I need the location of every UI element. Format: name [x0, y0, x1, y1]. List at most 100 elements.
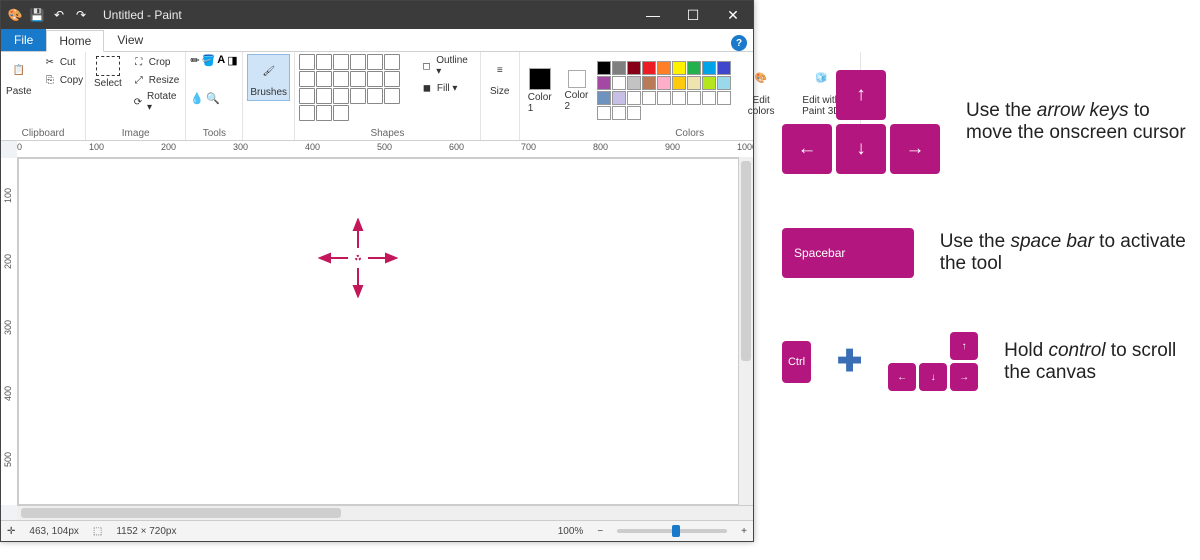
cursor-position: 463, 104px [29, 526, 79, 537]
color-swatch[interactable] [687, 76, 701, 90]
color-swatch[interactable] [642, 61, 656, 75]
tab-strip: File Home View ? [1, 29, 753, 52]
color-swatch[interactable] [687, 91, 701, 105]
color2-swatch [568, 70, 586, 88]
clipboard-label: Clipboard [22, 127, 65, 139]
tab-home[interactable]: Home [46, 30, 104, 52]
left-key-icon: ← [782, 124, 832, 174]
minimize-button[interactable]: — [633, 1, 673, 29]
color-swatch[interactable] [702, 91, 716, 105]
color2-button[interactable]: Color 2 [560, 68, 593, 114]
color-palette[interactable] [597, 61, 735, 120]
mini-right-key-icon: → [950, 363, 978, 391]
fill-icon[interactable]: 🪣 [202, 54, 216, 67]
ruler-tick: 300 [3, 320, 13, 335]
color-swatch[interactable] [687, 61, 701, 75]
text-icon[interactable]: A [217, 54, 225, 66]
zoom-out-button[interactable]: − [597, 526, 603, 537]
outline-button[interactable]: ◻Outline ▾ [418, 54, 476, 78]
ctrl-label: Ctrl [788, 356, 805, 368]
color-swatch[interactable] [642, 91, 656, 105]
close-button[interactable]: ✕ [713, 1, 753, 29]
color-swatch[interactable] [672, 91, 686, 105]
maximize-button[interactable]: ☐ [673, 1, 713, 29]
size-btn-label: Size [490, 86, 509, 97]
horizontal-scrollbar[interactable] [17, 505, 753, 520]
color1-button[interactable]: Color 1 [524, 66, 557, 116]
color-swatch[interactable] [657, 76, 671, 90]
select-button[interactable]: Select [90, 54, 126, 91]
help-icon[interactable]: ? [731, 35, 747, 51]
color2-label: Color 2 [564, 90, 589, 112]
scrollbar-thumb[interactable] [741, 161, 751, 361]
shapefill-button[interactable]: ◼Fill ▾ [418, 80, 476, 96]
ruler-tick: 400 [305, 142, 320, 152]
color-swatch[interactable] [642, 76, 656, 90]
arrow-keys-graphic: ↑ ← ↓ → [782, 70, 940, 174]
scrollbar-thumb[interactable] [21, 508, 341, 518]
color-swatch[interactable] [612, 106, 626, 120]
eraser-icon[interactable]: ◨ [227, 54, 237, 67]
brushes-button[interactable]: 🖌 Brushes [247, 54, 290, 101]
resize-button[interactable]: ⤢Resize [130, 72, 182, 88]
magnifier-icon[interactable]: 🔍 [206, 92, 220, 105]
group-shapes: ◻Outline ▾ ◼Fill ▾ Shapes [295, 52, 481, 140]
zoom-level: 100% [558, 526, 584, 537]
instruction-space-text: Use the space bar to activate the tool [940, 231, 1190, 275]
color-swatch[interactable] [627, 61, 641, 75]
color1-swatch [529, 68, 551, 90]
zoom-in-button[interactable]: + [741, 526, 747, 537]
redo-icon[interactable]: ↷ [73, 7, 89, 23]
eyedropper-icon[interactable]: 💧 [190, 92, 204, 105]
copy-button[interactable]: ⎘Copy [41, 72, 85, 88]
color-swatch[interactable] [657, 61, 671, 75]
color-swatch[interactable] [702, 61, 716, 75]
color-swatch[interactable] [717, 76, 731, 90]
color-swatch[interactable] [597, 106, 611, 120]
color-swatch[interactable] [597, 91, 611, 105]
spacebar-label: Spacebar [794, 246, 845, 260]
color-swatch[interactable] [657, 91, 671, 105]
ribbon: 📋 Paste ✂Cut ⎘Copy Clipboard Select ⛶Cro… [1, 52, 753, 141]
cut-button[interactable]: ✂Cut [41, 54, 85, 70]
canvas[interactable] [18, 158, 753, 505]
color-swatch[interactable] [597, 76, 611, 90]
paste-button[interactable]: 📋 Paste [1, 54, 37, 99]
color-swatch[interactable] [612, 91, 626, 105]
zoom-slider-knob[interactable] [672, 525, 680, 537]
color-swatch[interactable] [627, 91, 641, 105]
tab-file[interactable]: File [1, 29, 46, 51]
undo-icon[interactable]: ↶ [51, 7, 67, 23]
shape-gallery[interactable] [299, 54, 414, 121]
color-swatch[interactable] [597, 61, 611, 75]
ruler-tick: 100 [89, 142, 104, 152]
crop-button[interactable]: ⛶Crop [130, 54, 182, 70]
zoom-slider[interactable] [617, 529, 727, 533]
group-size: ≡ Size [481, 52, 520, 140]
window-title: Untitled - Paint [95, 8, 633, 22]
color-swatch[interactable] [627, 106, 641, 120]
color-swatch[interactable] [672, 76, 686, 90]
paste-label: Paste [6, 86, 32, 97]
color-swatch[interactable] [612, 61, 626, 75]
instruction-arrows-text: Use the arrow keys to move the onscreen … [966, 100, 1190, 144]
color-swatch[interactable] [702, 76, 716, 90]
mini-left-key-icon: ← [888, 363, 916, 391]
rotate-button[interactable]: ⟳Rotate ▾ [130, 90, 182, 114]
save-icon[interactable]: 💾 [29, 7, 45, 23]
pencil-icon[interactable]: ✏ [190, 54, 199, 67]
color-swatch[interactable] [612, 76, 626, 90]
ruler-tick: 700 [521, 142, 536, 152]
color-swatch[interactable] [717, 91, 731, 105]
brushes-btn-label: Brushes [250, 87, 287, 98]
outline-label: Outline ▾ [436, 55, 474, 77]
color-swatch[interactable] [627, 76, 641, 90]
tab-view[interactable]: View [104, 29, 156, 51]
vertical-scrollbar[interactable] [738, 157, 753, 506]
vertical-ruler: 100200300400500600 [1, 158, 18, 505]
color-swatch[interactable] [672, 61, 686, 75]
color-swatch[interactable] [717, 61, 731, 75]
ruler-tick: 900 [665, 142, 680, 152]
selection-size-icon: ⬚ [93, 526, 102, 537]
size-button[interactable]: ≡ Size [482, 54, 518, 99]
